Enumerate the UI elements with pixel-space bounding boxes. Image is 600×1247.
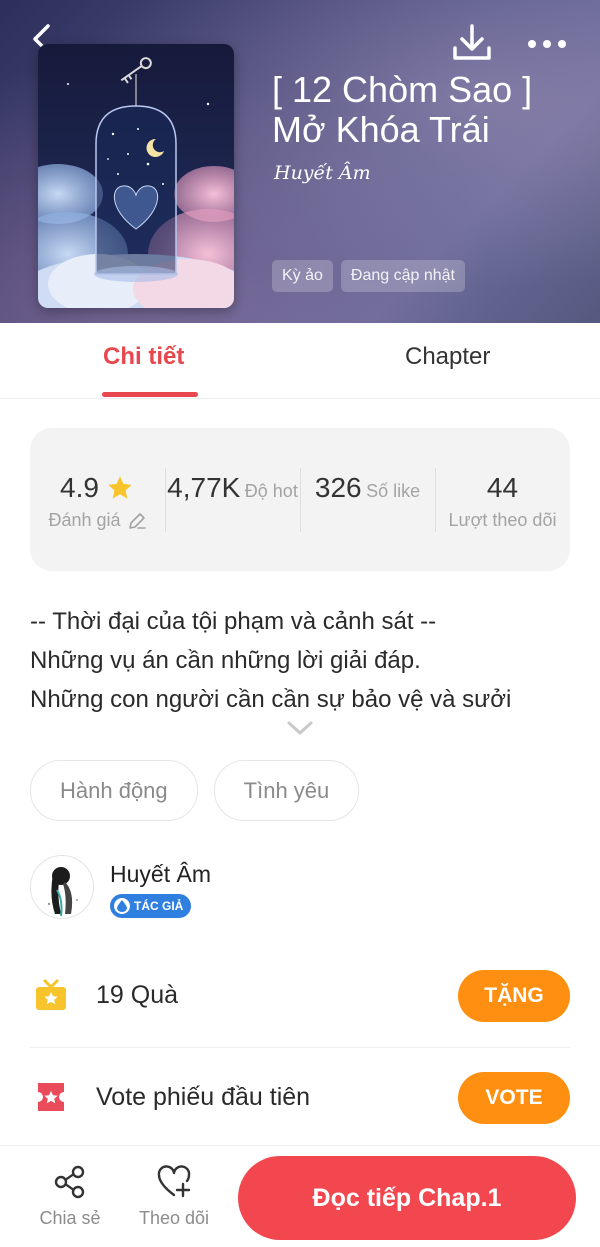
expand-description-button[interactable] [286, 718, 314, 738]
share-icon [54, 1165, 85, 1199]
share-button[interactable]: Chia sẻ [30, 1164, 110, 1229]
bottom-bar: Chia sẻ Theo dõi Đọc tiếp Chap.1 [0, 1145, 600, 1247]
description-line: Những vụ án cần những lời giải đáp. [30, 647, 421, 674]
hot-value: 4,77K [167, 472, 241, 503]
continue-reading-button[interactable]: Đọc tiếp Chap.1 [238, 1156, 576, 1240]
tab-bar: Chi tiết Chapter [0, 323, 600, 399]
book-title-line-1: [ 12 Chòm Sao ] [272, 69, 533, 110]
share-label: Chia sẻ [39, 1208, 101, 1228]
tab-details[interactable]: Chi tiết [103, 343, 184, 371]
gift-icon [36, 978, 66, 1010]
ticket-icon [38, 1083, 64, 1111]
followers-value: 44 [486, 472, 519, 503]
genre-chips: Hành động Tình yêu [30, 760, 360, 821]
stat-followers: 44 Lượt theo dõi [435, 428, 570, 571]
book-title: [ 12 Chòm Sao ] Mở Khóa Trái [272, 70, 572, 150]
author-avatar[interactable] [30, 855, 94, 919]
book-description[interactable]: -- Thời đại của tội phạm và cảnh sát -- … [30, 602, 575, 719]
download-button[interactable] [450, 22, 494, 66]
author-badge-label: TÁC GIẢ [134, 899, 184, 913]
hot-label: Độ hot [244, 481, 298, 501]
gift-row: 19 Quà TẶNG [30, 946, 570, 1048]
chevron-down-icon [287, 721, 313, 735]
gift-count: 19 Quà [96, 981, 179, 1009]
download-icon [453, 24, 491, 60]
author-badge-icon [114, 898, 130, 914]
book-header: [ 12 Chòm Sao ] Mở Khóa Trái Huyết Âm Kỳ… [0, 0, 600, 323]
stat-hot: 4,77K Độ hot [165, 428, 300, 571]
more-dots-icon [528, 40, 566, 48]
genre-chip-action[interactable]: Hành động [30, 760, 198, 821]
gift-button[interactable]: TẶNG [458, 970, 570, 1022]
star-icon [108, 476, 132, 499]
vote-row: Vote phiếu đầu tiên VOTE [30, 1048, 570, 1150]
description-line: Những con người cần cần sự bảo vệ và sưở… [30, 686, 512, 713]
book-title-line-2: Mở Khóa Trái [272, 109, 490, 150]
genre-chip-romance[interactable]: Tình yêu [213, 760, 360, 821]
tag-list: Kỳ ảo Đang cập nhật [272, 260, 465, 292]
author-badge: TÁC GIẢ [110, 894, 192, 918]
author-row[interactable]: Huyết Âm TÁC GIẢ [30, 855, 570, 921]
tag-genre[interactable]: Kỳ ảo [272, 260, 333, 292]
likes-value: 326 [314, 472, 362, 503]
rating-label: Đánh giá [48, 510, 121, 530]
stats-card: 4.9 Đánh giá 4,77K Độ hot 326 Số like 44… [30, 428, 570, 571]
description-line: -- Thời đại của tội phạm và cảnh sát -- [30, 608, 437, 635]
follow-button[interactable]: Theo dõi [134, 1164, 214, 1229]
follow-label: Theo dõi [138, 1208, 210, 1228]
tag-status: Đang cập nhật [340, 260, 465, 292]
followers-label: Lượt theo dõi [448, 510, 557, 530]
stat-rating[interactable]: 4.9 Đánh giá [30, 428, 165, 571]
edit-pencil-icon [128, 512, 146, 529]
book-cover-image [38, 44, 234, 308]
tab-chapter[interactable]: Chapter [405, 343, 490, 371]
author-name[interactable]: Huyết Âm [110, 861, 211, 888]
stat-likes: 326 Số like [300, 428, 435, 571]
heart-plus-icon [157, 1165, 191, 1198]
vote-text: Vote phiếu đầu tiên [96, 1083, 311, 1111]
rating-value: 4.9 [60, 472, 99, 503]
likes-label: Số like [366, 481, 421, 501]
author-name-header[interactable]: Huyết Âm [274, 162, 371, 184]
active-tab-indicator [102, 392, 198, 397]
more-button[interactable] [524, 30, 570, 58]
vote-button[interactable]: VOTE [458, 1072, 570, 1124]
